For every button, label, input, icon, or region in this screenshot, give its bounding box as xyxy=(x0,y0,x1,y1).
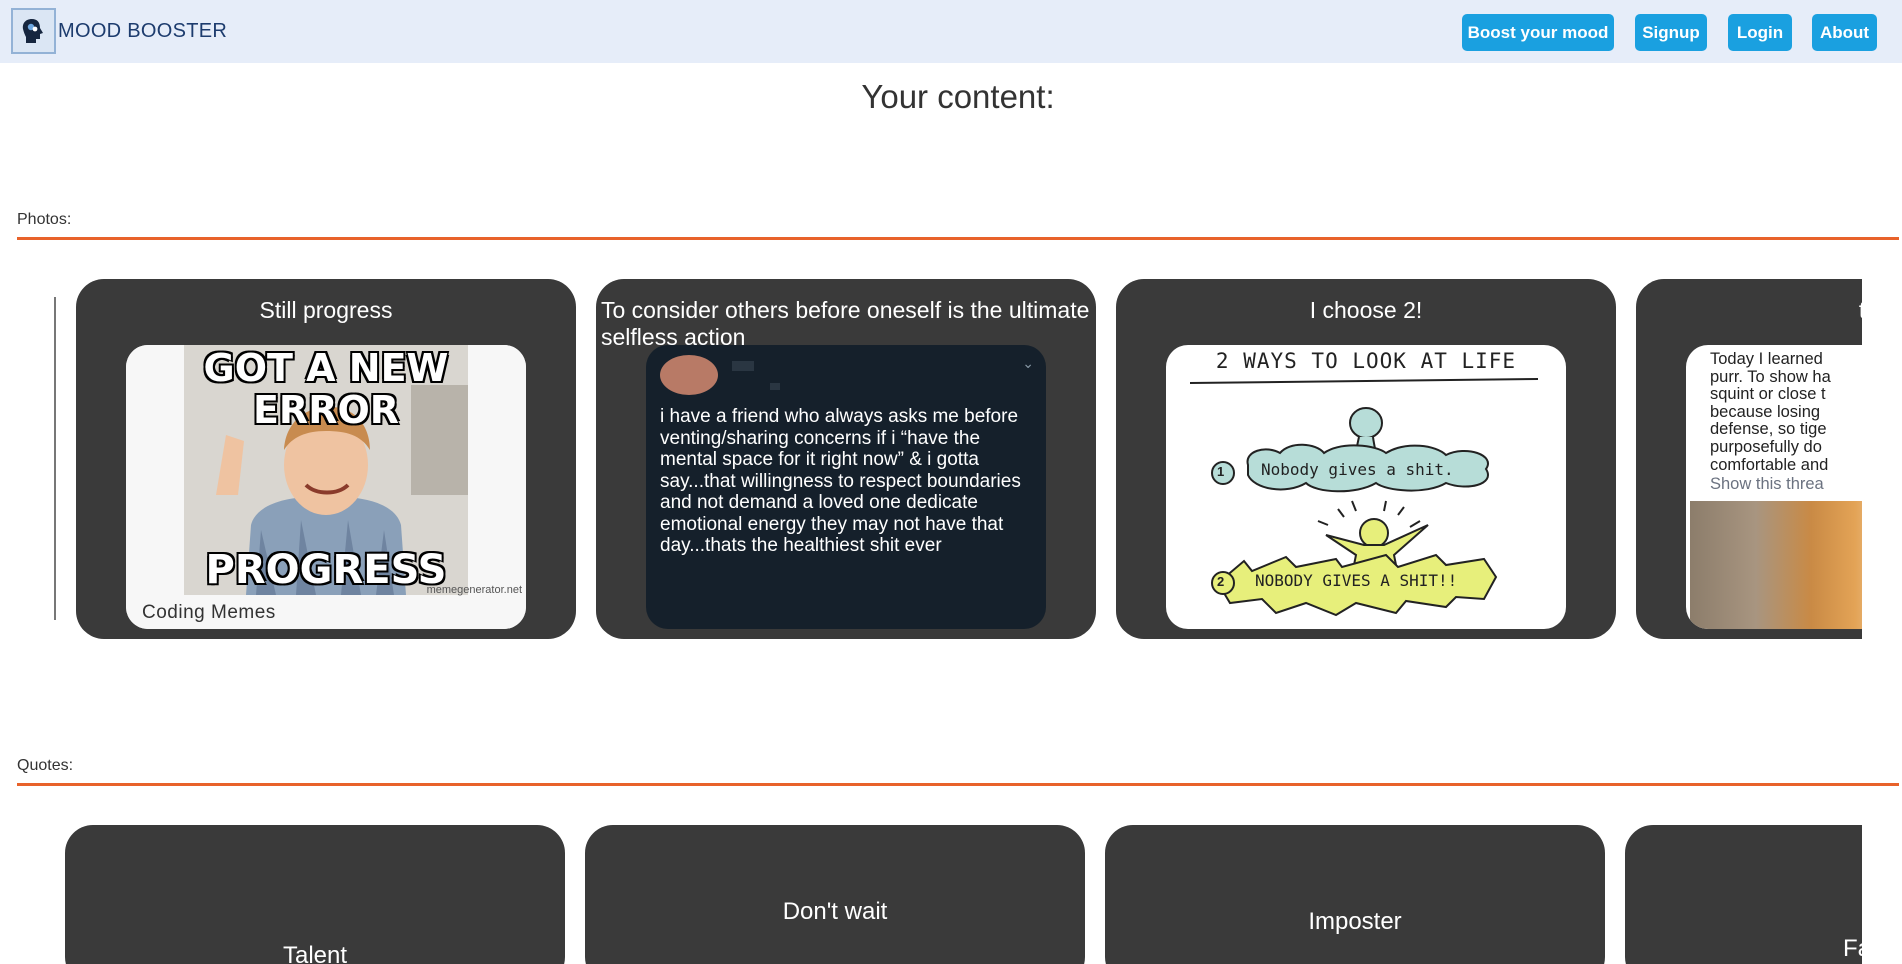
tiger-photo xyxy=(1690,501,1862,629)
photo-card-title: that's xyxy=(1640,297,1862,324)
meme-top-text: GOT A NEW ERROR xyxy=(203,346,449,432)
meme-image[interactable]: GOT A NEW ERROR PROGRESS memegenerator.n… xyxy=(126,345,526,629)
way-two-text: NOBODY GIVES A SHIT!! xyxy=(1255,571,1458,590)
way-two-number: 2 xyxy=(1217,574,1225,589)
tweet-line: Today I learned xyxy=(1710,350,1823,368)
quotes-divider xyxy=(17,783,1899,786)
photo-card-title: I choose 2! xyxy=(1309,297,1423,323)
quote-card-title: Imposter xyxy=(1308,908,1402,935)
tweet-line: defense, so tige xyxy=(1710,420,1827,439)
about-button[interactable]: About xyxy=(1812,14,1877,51)
tweet-line: comfortable and xyxy=(1710,455,1829,474)
tweet-text-lines: Today I learned purr. To show ha squint … xyxy=(1710,350,1862,474)
photos-carousel[interactable]: Still progress GOT A NEW ERROR PROGRESS … xyxy=(0,279,1862,639)
photo-card[interactable]: To consider others before oneself is the… xyxy=(596,279,1096,639)
show-thread-link[interactable]: Show this threa xyxy=(1710,475,1824,494)
redacted-handle xyxy=(770,383,780,390)
signup-button[interactable]: Signup xyxy=(1635,14,1707,51)
quote-card-title: Talent xyxy=(282,942,348,964)
photos-section-label: Photos: xyxy=(17,211,72,228)
photo-card[interactable]: Still progress GOT A NEW ERROR PROGRESS … xyxy=(76,279,576,639)
tweet-image[interactable]: Today I learned purr. To show ha squint … xyxy=(1686,345,1862,629)
tweet-line: because losing xyxy=(1710,402,1821,421)
quote-card[interactable]: Talent xyxy=(65,825,565,964)
tweet-text: i have a friend who always asks me befor… xyxy=(660,406,1021,556)
meme-watermark: memegenerator.net xyxy=(426,584,522,596)
photos-divider xyxy=(17,237,1899,240)
avatar xyxy=(660,355,718,395)
quote-card-title: Fa xyxy=(1843,935,1862,962)
quote-card[interactable]: Imposter xyxy=(1105,825,1605,964)
chevron-down-icon[interactable]: ⌄ xyxy=(1022,355,1034,372)
quote-card[interactable]: Fa xyxy=(1625,825,1862,964)
tweet-line: purr. To show ha xyxy=(1710,367,1831,386)
navbar: MOOD BOOSTER Boost your mood Signup Logi… xyxy=(0,0,1902,63)
photo-card-title: Still progress xyxy=(259,297,393,323)
page-title: Your content: xyxy=(861,78,1055,115)
brand-name[interactable]: MOOD BOOSTER xyxy=(58,20,227,43)
tweet-line: squint or close t xyxy=(1710,385,1826,404)
photo-card[interactable]: I choose 2! 2 WAYS TO LOOK AT LIFE 1 Nob… xyxy=(1116,279,1616,639)
login-button[interactable]: Login xyxy=(1728,14,1792,51)
photo-card-title: To consider others before oneself is the… xyxy=(601,297,1090,350)
tweet-image[interactable]: ⌄ i have a friend who always asks me bef… xyxy=(646,345,1046,629)
quote-card-title: Don't wait xyxy=(782,898,888,925)
brain-logo-icon[interactable] xyxy=(11,8,56,54)
quote-card[interactable]: Don't wait xyxy=(585,825,1085,964)
way-one-number: 1 xyxy=(1217,464,1225,479)
redacted-name xyxy=(732,361,754,371)
photo-card[interactable]: that's Today I learned purr. To show ha … xyxy=(1636,279,1862,639)
tweet-line: purposefully do xyxy=(1710,437,1822,456)
quotes-carousel[interactable]: Talent Don't wait Imposter Fa xyxy=(0,825,1862,964)
boost-mood-button[interactable]: Boost your mood xyxy=(1462,14,1614,51)
comic-image[interactable]: 2 WAYS TO LOOK AT LIFE 1 Nobody gives a … xyxy=(1166,345,1566,629)
way-one-text: Nobody gives a shit. xyxy=(1261,460,1454,479)
meme-caption: Coding Memes xyxy=(142,602,276,623)
quotes-section-label: Quotes: xyxy=(17,757,74,774)
